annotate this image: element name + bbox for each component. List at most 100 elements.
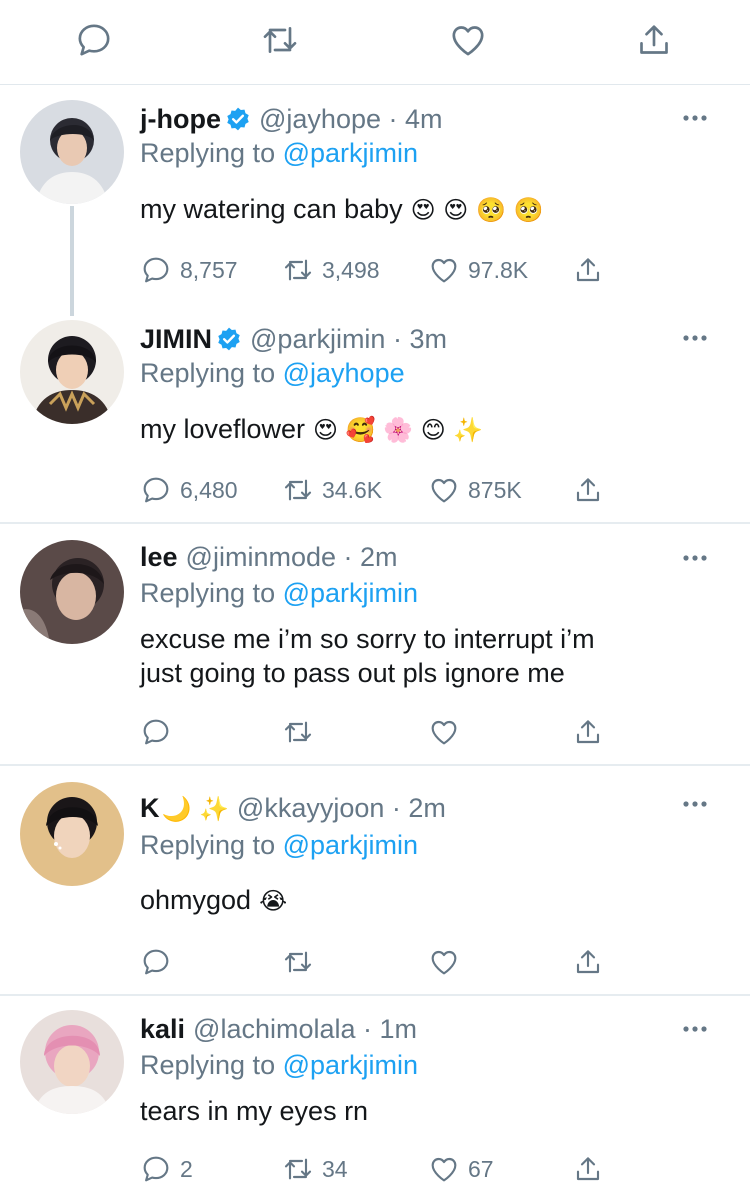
avatar[interactable] [20, 100, 124, 204]
replying-to: Replying to @parkjimin [140, 576, 418, 610]
mention-link[interactable]: @parkjimin [283, 1050, 418, 1080]
replying-to: Replying to @parkjimin [140, 1048, 418, 1082]
display-name[interactable]: K [140, 793, 160, 823]
tweet-text-line: my loveflower [140, 414, 306, 444]
tweet-actions: 2 34 67 [140, 1152, 620, 1192]
more-icon[interactable] [682, 334, 708, 344]
reply-button[interactable]: 8,757 [140, 253, 238, 287]
mention-link[interactable]: @parkjimin [283, 138, 418, 168]
reply-button[interactable] [140, 945, 172, 979]
like-button[interactable]: 875K [428, 473, 522, 507]
tweet-text: my loveflower 😍 🥰 🌸 😊 ✨ [140, 412, 730, 447]
share-icon [572, 1153, 604, 1185]
retweet-icon [282, 1153, 314, 1185]
avatar[interactable] [20, 540, 124, 644]
retweet-icon[interactable] [260, 20, 300, 60]
like-button[interactable]: 67 [428, 1152, 494, 1186]
tweet-text-line: tears in my eyes rn [140, 1096, 369, 1126]
verified-icon [225, 106, 251, 132]
like-count: 97.8K [468, 256, 529, 283]
reply-count: 2 [180, 1155, 193, 1182]
display-name[interactable]: JIMIN [140, 324, 212, 354]
reply-icon[interactable] [74, 20, 114, 60]
share-icon [572, 254, 604, 286]
retweet-button[interactable]: 3,498 [282, 253, 380, 287]
mention-link[interactable]: @jayhope [283, 358, 405, 388]
like-button[interactable]: 97.8K [428, 253, 528, 287]
retweet-button[interactable] [282, 715, 314, 749]
share-button[interactable] [572, 253, 604, 287]
avatar[interactable] [20, 782, 124, 886]
share-button[interactable] [572, 473, 604, 507]
retweet-button[interactable]: 34 [282, 1152, 348, 1186]
avatar[interactable] [20, 1010, 124, 1114]
like-icon [428, 1153, 460, 1185]
like-count: 875K [468, 476, 522, 503]
tweet-emoji: 😭 [259, 887, 288, 915]
handle[interactable]: @parkjimin [250, 324, 385, 354]
handle[interactable]: @lachimolala [193, 1014, 355, 1044]
share-button[interactable] [572, 715, 604, 749]
like-button[interactable] [428, 715, 460, 749]
tweet-header: JIMIN @parkjimin · 3m [140, 322, 447, 356]
tweet-header: j-hope @jayhope · 4m [140, 102, 443, 136]
timestamp[interactable]: · 1m [363, 1014, 417, 1044]
retweet-count: 34.6K [322, 476, 383, 503]
more-icon[interactable] [682, 1025, 708, 1035]
more-icon[interactable] [682, 800, 708, 810]
tweet-text-line: my watering can baby [140, 194, 403, 224]
more-icon[interactable] [682, 114, 708, 124]
timestamp[interactable]: · 3m [393, 324, 447, 354]
tweet-text: my watering can baby 😍 😍 🥺 🥺 [140, 192, 730, 227]
mention-link[interactable]: @parkjimin [283, 578, 418, 608]
display-name[interactable]: lee [140, 542, 178, 572]
handle[interactable]: @jayhope [259, 104, 381, 134]
like-icon[interactable] [448, 20, 488, 60]
replying-label: Replying to [140, 358, 276, 388]
thread-line [70, 206, 74, 316]
retweet-count: 3,498 [322, 256, 380, 283]
timestamp[interactable]: · 2m [392, 793, 446, 823]
reply-button[interactable] [140, 715, 172, 749]
retweet-icon [282, 474, 314, 506]
tweet-header: lee @jiminmode · 2m [140, 540, 398, 574]
handle[interactable]: @kkayyjoon [237, 793, 384, 823]
reply-button[interactable]: 2 [140, 1152, 193, 1186]
mention-link[interactable]: @parkjimin [283, 830, 418, 860]
tweet-actions: 8,757 3,498 97.8K [140, 253, 620, 293]
tweet-text-line: ohmygod [140, 885, 252, 915]
reply-count: 6,480 [180, 476, 238, 503]
reply-icon [140, 474, 172, 506]
replying-to: Replying to @parkjimin [140, 828, 418, 862]
display-name[interactable]: kali [140, 1014, 185, 1044]
name-emoji: 🌙 ✨ [161, 795, 229, 823]
tweet-text: excuse me i’m so sorry to interrupt i’m … [140, 622, 730, 690]
replying-label: Replying to [140, 578, 276, 608]
tweet-actions [140, 715, 620, 755]
more-icon[interactable] [682, 554, 708, 564]
tweet-header: kali @lachimolala · 1m [140, 1012, 417, 1046]
avatar[interactable] [20, 320, 124, 424]
retweet-button[interactable] [282, 945, 314, 979]
share-icon [572, 716, 604, 748]
tweet-text-line: excuse me i’m so sorry to interrupt i’m [140, 624, 595, 654]
share-icon[interactable] [634, 20, 674, 60]
retweet-button[interactable]: 34.6K [282, 473, 382, 507]
tweet-text: ohmygod 😭 [140, 883, 730, 918]
divider [0, 522, 750, 524]
like-button[interactable] [428, 945, 460, 979]
reply-button[interactable]: 6,480 [140, 473, 238, 507]
tweet-header: K🌙 ✨ @kkayyjoon · 2m [140, 791, 446, 826]
reply-icon [140, 254, 172, 286]
share-button[interactable] [572, 945, 604, 979]
reply-count: 8,757 [180, 256, 238, 283]
replying-to: Replying to @jayhope [140, 356, 405, 390]
timestamp[interactable]: · 2m [344, 542, 398, 572]
handle[interactable]: @jiminmode [186, 542, 336, 572]
divider [0, 994, 750, 996]
replying-label: Replying to [140, 1050, 276, 1080]
display-name[interactable]: j-hope [140, 104, 221, 134]
timestamp[interactable]: · 4m [389, 104, 443, 134]
share-icon [572, 946, 604, 978]
share-button[interactable] [572, 1152, 604, 1186]
